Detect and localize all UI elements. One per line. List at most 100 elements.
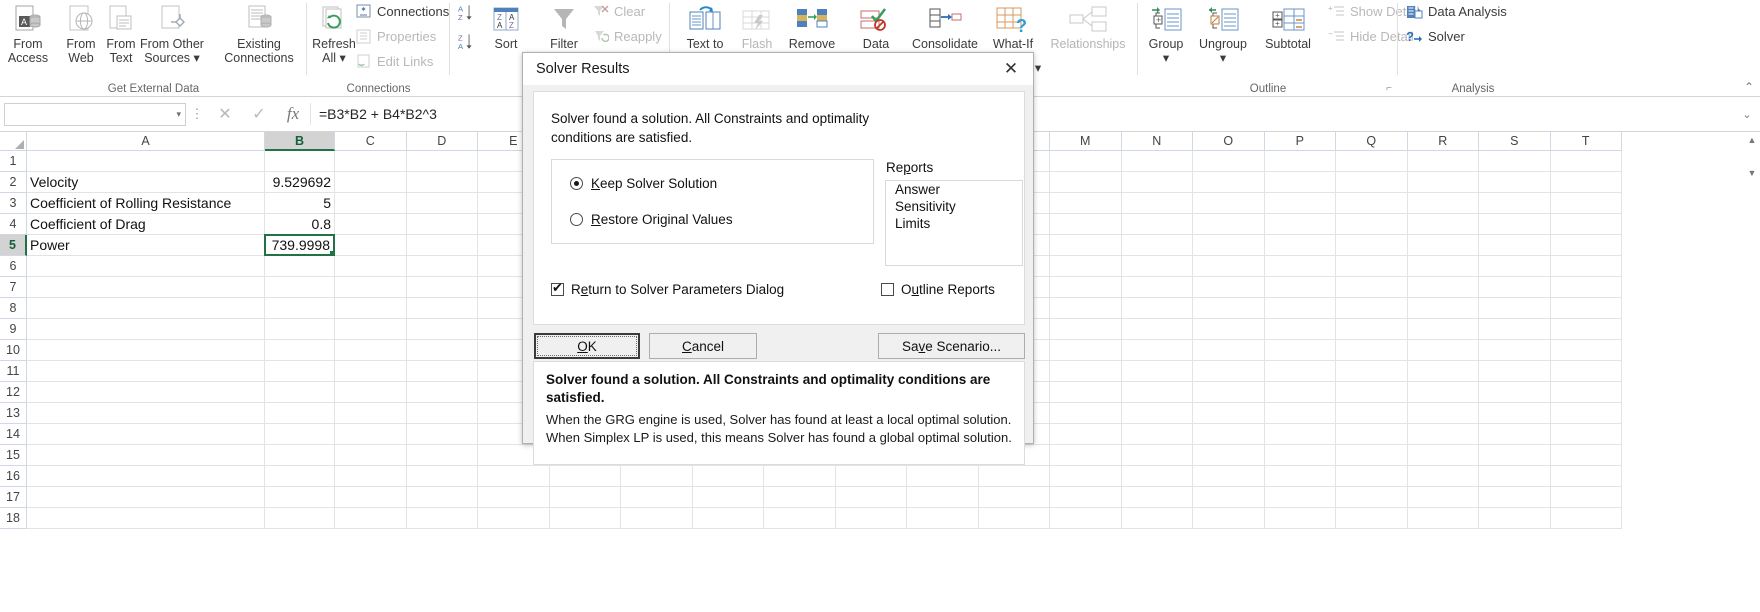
cell-S11[interactable] [1479, 361, 1551, 382]
cell-A3[interactable]: Coefficient of Rolling Resistance [27, 193, 265, 214]
expand-formula-bar-button[interactable]: ⌄ [1734, 108, 1760, 121]
cell-O8[interactable] [1193, 298, 1265, 319]
row-header-17[interactable]: 17 [0, 487, 27, 508]
cell-D6[interactable] [406, 256, 478, 277]
cell-R11[interactable] [1407, 361, 1479, 382]
cell-T1[interactable] [1550, 151, 1622, 172]
cell-N7[interactable] [1121, 277, 1193, 298]
cell-M14[interactable] [1050, 424, 1122, 445]
row-header-9[interactable]: 9 [0, 319, 27, 340]
row-header-3[interactable]: 3 [0, 193, 27, 214]
cell-N9[interactable] [1121, 319, 1193, 340]
cell-N1[interactable] [1121, 151, 1193, 172]
cell-P17[interactable] [1264, 487, 1336, 508]
cell-B11[interactable] [265, 361, 335, 382]
sort-descending-button[interactable]: Z A [458, 33, 475, 50]
cell-C11[interactable] [335, 361, 407, 382]
cell-D12[interactable] [406, 382, 478, 403]
row-header-1[interactable]: 1 [0, 151, 27, 172]
column-header-R[interactable]: R [1407, 132, 1479, 151]
close-icon[interactable]: ✕ [989, 53, 1033, 85]
cell-B12[interactable] [265, 382, 335, 403]
cell-G17[interactable] [621, 487, 693, 508]
cancel-entry-button[interactable]: ✕ [208, 104, 242, 124]
flash-fill-button[interactable]: Flash [734, 2, 780, 52]
confirm-entry-button[interactable]: ✓ [242, 104, 276, 124]
row-header-11[interactable]: 11 [0, 361, 27, 382]
cell-B13[interactable] [265, 403, 335, 424]
cell-A7[interactable] [27, 277, 265, 298]
cell-M13[interactable] [1050, 403, 1122, 424]
column-header-O[interactable]: O [1193, 132, 1265, 151]
cell-O18[interactable] [1193, 508, 1265, 529]
cell-M1[interactable] [1050, 151, 1122, 172]
row-header-13[interactable]: 13 [0, 403, 27, 424]
subtotal-button[interactable]: + + Subtotal [1256, 2, 1320, 52]
clear-filter-button[interactable]: Clear [592, 3, 645, 20]
cell-P7[interactable] [1264, 277, 1336, 298]
row-header-2[interactable]: 2 [0, 172, 27, 193]
cell-R7[interactable] [1407, 277, 1479, 298]
cell-T18[interactable] [1550, 508, 1622, 529]
cell-T10[interactable] [1550, 340, 1622, 361]
cell-O10[interactable] [1193, 340, 1265, 361]
cell-T6[interactable] [1550, 256, 1622, 277]
cell-S6[interactable] [1479, 256, 1551, 277]
cell-R1[interactable] [1407, 151, 1479, 172]
cell-N14[interactable] [1121, 424, 1193, 445]
cell-D8[interactable] [406, 298, 478, 319]
cell-P4[interactable] [1264, 214, 1336, 235]
cell-A10[interactable] [27, 340, 265, 361]
name-box-dropdown-icon[interactable]: ▾ [176, 109, 181, 120]
cell-D4[interactable] [406, 214, 478, 235]
cell-T8[interactable] [1550, 298, 1622, 319]
cell-S15[interactable] [1479, 445, 1551, 466]
cell-J18[interactable] [835, 508, 907, 529]
cell-R15[interactable] [1407, 445, 1479, 466]
from-other-sources-button[interactable]: From Other Sources ▾ [133, 2, 211, 65]
cell-B17[interactable] [265, 487, 335, 508]
cell-C15[interactable] [335, 445, 407, 466]
cell-D10[interactable] [406, 340, 478, 361]
cell-B15[interactable] [265, 445, 335, 466]
cell-Q14[interactable] [1336, 424, 1408, 445]
cell-R16[interactable] [1407, 466, 1479, 487]
group-button[interactable]: + Group ▾ [1140, 2, 1192, 65]
cell-P18[interactable] [1264, 508, 1336, 529]
cell-Q11[interactable] [1336, 361, 1408, 382]
cell-S5[interactable] [1479, 235, 1551, 256]
cell-S7[interactable] [1479, 277, 1551, 298]
cell-N10[interactable] [1121, 340, 1193, 361]
column-header-N[interactable]: N [1121, 132, 1193, 151]
cell-D17[interactable] [406, 487, 478, 508]
cell-R5[interactable] [1407, 235, 1479, 256]
row-header-7[interactable]: 7 [0, 277, 27, 298]
column-header-M[interactable]: M [1050, 132, 1122, 151]
cell-E18[interactable] [478, 508, 550, 529]
cell-N16[interactable] [1121, 466, 1193, 487]
cell-B18[interactable] [265, 508, 335, 529]
cell-T5[interactable] [1550, 235, 1622, 256]
cell-S12[interactable] [1479, 382, 1551, 403]
row-header-18[interactable]: 18 [0, 508, 27, 529]
cell-Q10[interactable] [1336, 340, 1408, 361]
cell-M16[interactable] [1050, 466, 1122, 487]
cell-B8[interactable] [265, 298, 335, 319]
cell-L17[interactable] [978, 487, 1050, 508]
cell-P16[interactable] [1264, 466, 1336, 487]
cell-Q12[interactable] [1336, 382, 1408, 403]
cell-C8[interactable] [335, 298, 407, 319]
cell-P8[interactable] [1264, 298, 1336, 319]
cell-E16[interactable] [478, 466, 550, 487]
cell-D14[interactable] [406, 424, 478, 445]
radio-keep-solver-solution[interactable]: Keep Solver Solution [570, 176, 717, 191]
cell-F18[interactable] [549, 508, 621, 529]
cell-O6[interactable] [1193, 256, 1265, 277]
cell-C5[interactable] [335, 235, 407, 256]
cell-D7[interactable] [406, 277, 478, 298]
cell-Q2[interactable] [1336, 172, 1408, 193]
cell-O13[interactable] [1193, 403, 1265, 424]
cell-J17[interactable] [835, 487, 907, 508]
column-header-S[interactable]: S [1479, 132, 1551, 151]
cell-P12[interactable] [1264, 382, 1336, 403]
